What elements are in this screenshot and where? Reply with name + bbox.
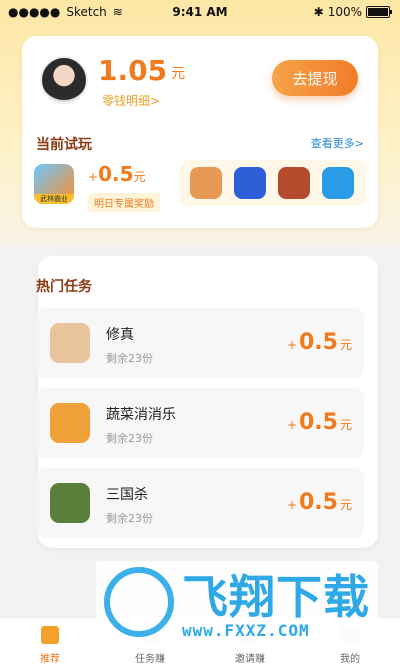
wallet-amount-value: 1.05 <box>98 54 168 87</box>
task-row[interactable]: 修真 剩余23份 +0.5 元 <box>36 308 364 378</box>
status-right: ✱ 100% <box>313 5 392 19</box>
avatar[interactable] <box>40 56 88 104</box>
task-reward-sign: + <box>286 498 297 512</box>
wallet-amount: 1.05 元 <box>98 54 185 87</box>
task-row[interactable]: 三国杀 剩余23份 +0.5 元 <box>36 468 364 538</box>
task-row[interactable]: 蔬菜消消乐 剩余23份 +0.5 元 <box>36 388 364 458</box>
battery-icon <box>366 6 392 18</box>
withdraw-button[interactable]: 去提现 <box>272 60 358 96</box>
task-remaining: 剩余23份 <box>106 432 153 445</box>
task-game-icon <box>50 323 90 363</box>
task-name: 修真 <box>106 327 134 343</box>
task-game-icon <box>50 483 90 523</box>
task-name: 蔬菜消消乐 <box>106 407 176 423</box>
tab-recommend[interactable]: 推荐 <box>0 618 100 668</box>
recommended-apps-strip <box>180 160 366 206</box>
task-reward-amount: 0.5 <box>299 330 338 355</box>
current-trial-game-tag: 武林霸业 <box>34 194 74 204</box>
tab-label: 任务赚 <box>135 654 165 665</box>
tab-label: 邀请赚 <box>235 654 265 665</box>
current-trial-reward: +0.5元 <box>88 162 146 186</box>
task-reward: +0.5 元 <box>287 330 352 355</box>
task-reward: +0.5 元 <box>287 410 352 435</box>
current-trial-reward-sign: + <box>88 170 99 184</box>
watermark-logo-icon <box>104 567 174 637</box>
battery-percent: 100% <box>327 5 362 19</box>
bluetooth-icon: ✱ <box>313 5 324 19</box>
watermark-text: 飞翔下载 <box>182 570 370 624</box>
mahjong-app-icon[interactable] <box>190 167 222 199</box>
tab-label: 推荐 <box>40 654 60 665</box>
task-reward-amount: 0.5 <box>299 410 338 435</box>
status-bar: ●●●●● Sketch ≋ 9:41 AM ✱ 100% <box>0 0 400 24</box>
blue-y-app-icon[interactable] <box>234 167 266 199</box>
tab-label: 我的 <box>340 654 360 665</box>
task-reward-sign: + <box>286 338 297 352</box>
tomorrow-reward-badge: 明日专属奖励 <box>88 193 160 212</box>
hero-game-app-icon[interactable] <box>278 167 310 199</box>
watermark-overlay: 飞翔下载 www.FXXZ.COM <box>96 561 378 647</box>
task-reward-unit: 元 <box>339 498 352 512</box>
task-reward-amount: 0.5 <box>299 490 338 515</box>
bookmark-icon <box>41 626 59 644</box>
task-reward-unit: 元 <box>339 418 352 432</box>
current-trial-title: 当前试玩 <box>36 137 92 153</box>
wallet-amount-unit: 元 <box>171 66 186 82</box>
current-trial-reward-unit: 元 <box>133 170 146 184</box>
task-remaining: 剩余23份 <box>106 512 153 525</box>
task-name: 三国杀 <box>106 487 148 503</box>
hot-tasks-card: 热门任务 修真 剩余23份 +0.5 元 蔬菜消消乐 剩余23份 +0.5 元 三国… <box>36 256 378 548</box>
wallet-detail-link[interactable]: 零钱明细> <box>102 92 160 109</box>
task-reward-sign: + <box>286 418 297 432</box>
hot-tasks-title: 热门任务 <box>36 279 92 295</box>
blue-brand-app-icon[interactable] <box>322 167 354 199</box>
task-reward: +0.5 元 <box>287 490 352 515</box>
task-game-icon <box>50 403 90 443</box>
current-trial-reward-amount: 0.5 <box>98 162 134 186</box>
see-more-link[interactable]: 查看更多> <box>311 135 364 151</box>
wallet-card: 1.05 元 零钱明细> 去提现 当前试玩 查看更多> 武林霸业 +0.5元 明… <box>22 36 378 228</box>
task-remaining: 剩余23份 <box>106 352 153 365</box>
watermark-url: www.FXXZ.COM <box>182 621 310 640</box>
task-reward-unit: 元 <box>339 338 352 352</box>
current-trial-game-icon[interactable]: 武林霸业 <box>34 164 74 204</box>
